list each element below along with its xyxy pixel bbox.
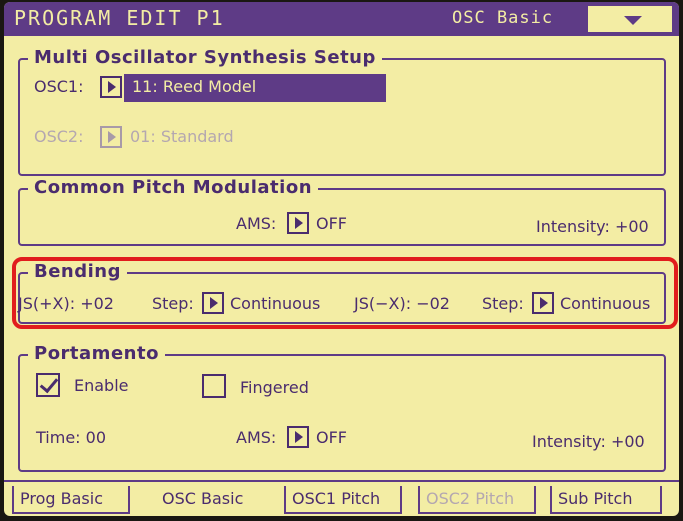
- portamento-intensity[interactable]: Intensity: +00: [532, 432, 645, 451]
- bending-highlight-annotation: [12, 257, 678, 329]
- osc1-value: 11: Reed Model: [132, 77, 257, 96]
- osc1-select-button[interactable]: [100, 76, 122, 98]
- tab-osc-basic[interactable]: OSC Basic: [156, 486, 264, 514]
- tab-bar: Prog Basic OSC Basic OSC1 Pitch OSC2 Pit…: [4, 480, 679, 516]
- page-title: PROGRAM EDIT P1: [14, 6, 225, 30]
- common-ams-value: OFF: [316, 214, 347, 233]
- osc2-select-button[interactable]: [100, 126, 122, 148]
- chevron-down-icon: [624, 16, 642, 25]
- portamento-time[interactable]: Time: 00: [36, 428, 106, 447]
- tab-osc1-pitch[interactable]: OSC1 Pitch: [284, 486, 402, 514]
- osc2-value: 01: Standard: [130, 127, 234, 146]
- page-menu-button[interactable]: [586, 4, 674, 34]
- tab-osc2-pitch[interactable]: OSC2 Pitch: [418, 486, 536, 514]
- common-ams-button[interactable]: [287, 212, 309, 234]
- osc2-label: OSC2:: [34, 127, 84, 146]
- tab-sub-pitch[interactable]: Sub Pitch: [550, 486, 662, 514]
- tab-prog-basic[interactable]: Prog Basic: [12, 486, 130, 514]
- group-title-common-pitch: Common Pitch Modulation: [28, 177, 319, 198]
- common-ams-label: AMS:: [236, 214, 277, 233]
- group-title-multi-osc: Multi Oscillator Synthesis Setup: [28, 47, 382, 68]
- fingered-checkbox[interactable]: [202, 374, 226, 398]
- portamento-group: Portamento: [18, 343, 666, 472]
- portamento-ams-button[interactable]: [287, 426, 309, 448]
- lcd-screen: PROGRAM EDIT P1 OSC Basic Multi Oscillat…: [4, 2, 679, 516]
- osc1-label: OSC1:: [34, 77, 84, 96]
- portamento-ams-value: OFF: [316, 428, 347, 447]
- page-name: OSC Basic: [452, 8, 554, 28]
- enable-label: Enable: [74, 376, 129, 395]
- fingered-label: Fingered: [240, 378, 309, 397]
- common-intensity[interactable]: Intensity: +00: [536, 217, 649, 236]
- enable-checkbox[interactable]: [36, 373, 60, 397]
- portamento-ams-label: AMS:: [236, 428, 277, 447]
- osc1-value-field[interactable]: 11: Reed Model: [124, 74, 386, 102]
- title-bar: PROGRAM EDIT P1 OSC Basic: [4, 2, 679, 36]
- group-title-portamento: Portamento: [28, 343, 165, 364]
